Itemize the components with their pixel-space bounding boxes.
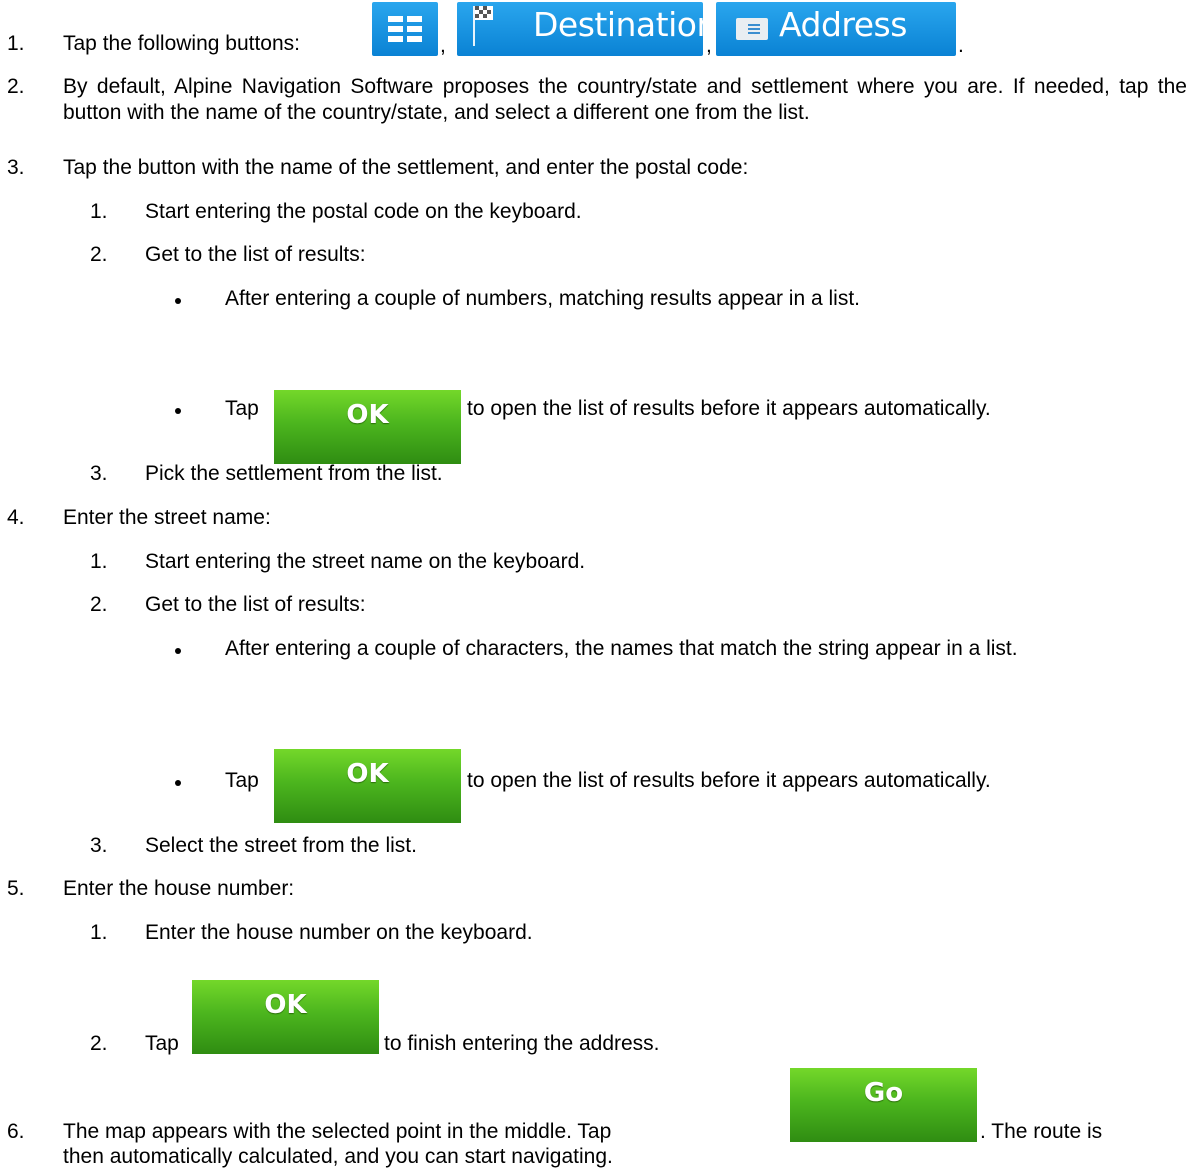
destination-button[interactable]: Destination (457, 2, 717, 56)
step-text: then automatically calculated, and you c… (63, 1145, 613, 1168)
substep-number: 2. (90, 1032, 108, 1055)
bullet-text: to open the list of results before it ap… (467, 397, 991, 420)
substep-text: Get to the list of results: (145, 243, 366, 266)
ok-label: OK (264, 990, 307, 1020)
ok-label: OK (346, 400, 389, 430)
substep-number: 1. (90, 550, 108, 573)
substep-text: Tap (145, 1032, 179, 1055)
bullet (175, 780, 181, 786)
substep-number: 3. (90, 834, 108, 857)
ok-label: OK (346, 759, 389, 789)
step-number: 5. (7, 877, 25, 900)
substep-text: Start entering the postal code on the ke… (145, 200, 582, 223)
bullet-text: After entering a couple of numbers, matc… (225, 287, 861, 310)
ok-button[interactable]: OK (274, 749, 461, 823)
address-card-icon (736, 18, 768, 40)
step-text: . The route is (980, 1120, 1103, 1143)
bullet-text: Tap (225, 769, 259, 792)
step-text: Tap the following buttons: (63, 32, 300, 55)
substep-number: 1. (90, 921, 108, 944)
bullet-text: Tap (225, 397, 259, 420)
step-number: 2. (7, 75, 25, 98)
address-button[interactable]: Address (716, 2, 956, 56)
step-number: 1. (7, 32, 25, 55)
separator: , (706, 34, 712, 57)
step-number: 3. (7, 156, 25, 179)
destination-label: Destination (533, 5, 717, 44)
step-text: Enter the house number: (63, 877, 295, 900)
go-label: Go (863, 1078, 904, 1108)
substep-number: 2. (90, 243, 108, 266)
step-number: 6. (7, 1120, 25, 1143)
ok-button[interactable]: OK (274, 390, 461, 464)
checkered-flag-icon (473, 6, 493, 46)
substep-text: Start entering the street name on the ke… (145, 550, 586, 573)
substep-text: Get to the list of results: (145, 593, 366, 616)
substep-number: 1. (90, 200, 108, 223)
bullet (175, 648, 181, 654)
step-text: Enter the street name: (63, 506, 271, 529)
step-text: The map appears with the selected point … (63, 1120, 612, 1143)
separator: , (440, 34, 446, 57)
bullet-text: After entering a couple of characters, t… (225, 637, 1018, 660)
substep-text: to finish entering the address. (384, 1032, 660, 1055)
step-text: By default, Alpine Navigation Software p… (63, 75, 1187, 124)
substep-number: 3. (90, 462, 108, 485)
substep-text: Enter the house number on the keyboard. (145, 921, 533, 944)
menu-icon (388, 16, 422, 42)
substep-number: 2. (90, 593, 108, 616)
substep-text: Select the street from the list. (145, 834, 417, 857)
ok-button[interactable]: OK (192, 980, 379, 1054)
address-label: Address (779, 5, 907, 44)
bullet (175, 298, 181, 304)
step-number: 4. (7, 506, 25, 529)
bullet-text: to open the list of results before it ap… (467, 769, 991, 792)
menu-button[interactable] (372, 2, 438, 56)
step-text: Tap the button with the name of the sett… (63, 156, 749, 179)
bullet (175, 408, 181, 414)
go-button[interactable]: Go (790, 1068, 977, 1142)
substep-text: Pick the settlement from the list. (145, 462, 443, 485)
separator: . (958, 34, 964, 57)
